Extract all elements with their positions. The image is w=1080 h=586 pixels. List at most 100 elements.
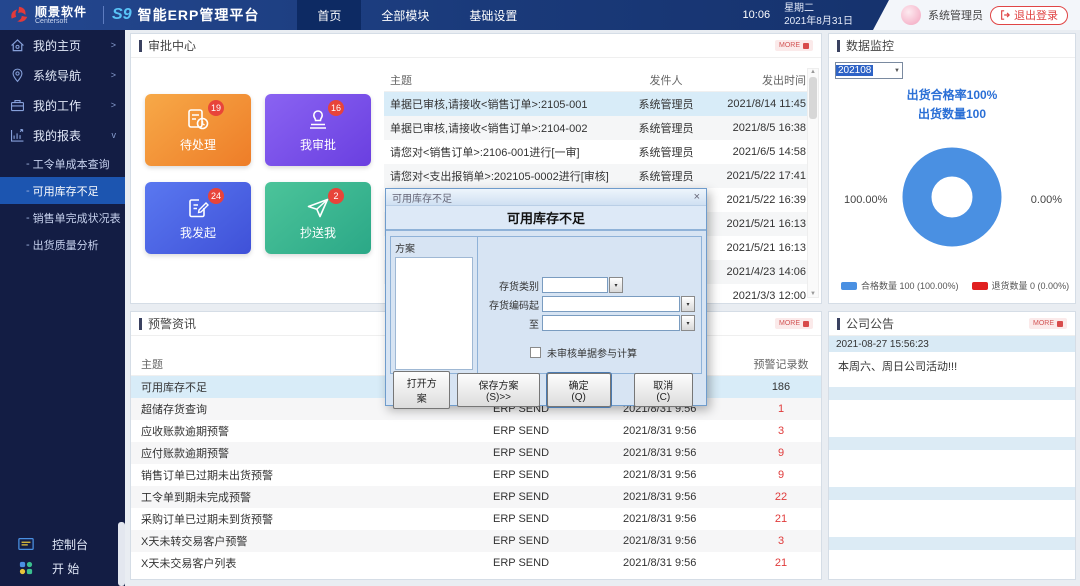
dialog-title: 可用库存不足 bbox=[392, 193, 452, 205]
notice-content[interactable]: 本周六、周日公司活动!!! bbox=[829, 352, 1075, 380]
donut-left-label: 100.00% bbox=[844, 194, 888, 206]
sidebar-item-my-work[interactable]: 我的工作 > bbox=[0, 90, 125, 120]
chevron-down-icon: ▼ bbox=[894, 67, 900, 74]
sidebar-subitem-workorder-cost[interactable]: 工令单成本查询 bbox=[0, 150, 125, 177]
document-clock-icon bbox=[188, 109, 209, 130]
paper-plane-icon bbox=[307, 198, 329, 218]
tile-cc-to-me[interactable]: 抄送我 2 bbox=[265, 182, 371, 254]
sidebar-subitem-available-stock[interactable]: 可用库存不足 bbox=[0, 177, 125, 204]
logo-area: 顺景软件 Centersoft S9 智能ERP管理平台 bbox=[0, 4, 259, 26]
chevron-down-icon: v bbox=[111, 130, 117, 140]
avatar[interactable] bbox=[901, 5, 921, 25]
approval-row[interactable]: 请您对<支出报销单>:202105-0002进行[审核] 系统管理员 2021/… bbox=[384, 164, 812, 188]
lookup-icon[interactable]: ▾ bbox=[609, 277, 623, 293]
tile-pending[interactable]: 待处理 19 bbox=[145, 94, 251, 166]
sidebar: 我的主页 > 系统导航 > 我的工作 > 我的报表 v 工令单成本查询 可用库存… bbox=[0, 30, 125, 586]
approval-panel-title: 审批中心 bbox=[148, 39, 197, 53]
scheme-label: 方案 bbox=[395, 244, 415, 255]
start-button[interactable]: 开 始 bbox=[0, 556, 125, 580]
scheme-listbox[interactable] bbox=[395, 257, 473, 370]
notice-panel-title: 公司公告 bbox=[846, 317, 895, 331]
sidebar-scrollbar[interactable] bbox=[118, 522, 125, 586]
notice-more-button[interactable]: MORE bbox=[1029, 318, 1067, 329]
notice-empty-row bbox=[829, 537, 1075, 550]
lookup-icon[interactable]: ▾ bbox=[681, 315, 695, 331]
tile-badge: 2 bbox=[328, 188, 344, 204]
alert-row[interactable]: 应收账款逾期预警 ERP SEND 2021/8/31 9:56 3 bbox=[131, 420, 821, 442]
nav-all-modules[interactable]: 全部模块 bbox=[361, 0, 449, 30]
logout-icon bbox=[1001, 10, 1010, 20]
scroll-thumb[interactable] bbox=[809, 77, 817, 119]
ok-button[interactable]: 确定(Q) bbox=[546, 373, 611, 407]
tile-badge: 24 bbox=[208, 188, 225, 204]
legend-swatch-pass bbox=[841, 281, 857, 290]
weekday: 星期二 bbox=[784, 3, 815, 14]
data-monitor-panel: 数据监控 202108 ▼ 出货合格率100% 出货数量100 100.00% … bbox=[828, 33, 1076, 304]
alerts-more-button[interactable]: MORE bbox=[775, 318, 813, 329]
tile-badge: 19 bbox=[208, 100, 225, 116]
approval-row[interactable]: 单据已审核,请接收<销售订单>:2104-002 系统管理员 2021/8/5 … bbox=[384, 116, 812, 140]
date: 2021年8月31日 bbox=[784, 16, 853, 27]
pass-rate-text: 出货合格率100% bbox=[906, 88, 998, 102]
company-logo-icon bbox=[11, 6, 28, 22]
chart-icon bbox=[10, 128, 24, 142]
notice-datetime: 2021-08-27 15:56:23 bbox=[829, 336, 1075, 352]
sidebar-subitem-shipment-quality[interactable]: 出货质量分析 bbox=[0, 231, 125, 258]
approval-more-button[interactable]: MORE bbox=[775, 40, 813, 51]
console-button[interactable]: 控制台 bbox=[0, 532, 125, 556]
unaudited-checkbox[interactable] bbox=[530, 347, 541, 358]
logo-divider bbox=[103, 6, 105, 24]
sidebar-item-system-nav[interactable]: 系统导航 > bbox=[0, 60, 125, 90]
user-zone: 系统管理员 退出登录 bbox=[873, 0, 1080, 30]
s9-logo: S9 bbox=[112, 6, 132, 23]
logout-button[interactable]: 退出登录 bbox=[990, 5, 1068, 25]
tile-my-approvals[interactable]: 我审批 16 bbox=[265, 94, 371, 166]
tile-initiated-by-me[interactable]: 我发起 24 bbox=[145, 182, 251, 254]
approval-table-scrollbar[interactable]: ▲ ▼ bbox=[807, 68, 819, 298]
chart-legend: 合格数量 100 (100.00%) 退货数量 0 (0.00%) bbox=[841, 279, 1069, 292]
approval-row[interactable]: 请您对<销售订单>:2106-001进行[一审] 系统管理员 2021/6/5 … bbox=[384, 140, 812, 164]
shipment-qty-text: 出货数量100 bbox=[917, 107, 987, 122]
location-icon bbox=[12, 68, 23, 82]
code-to-label: 至 bbox=[529, 319, 539, 331]
company-name-en: Centersoft bbox=[35, 17, 68, 25]
code-to-input[interactable] bbox=[542, 315, 680, 331]
alerts-panel-title: 预警资讯 bbox=[148, 317, 197, 331]
period-select[interactable]: 202108 ▼ bbox=[835, 62, 903, 79]
open-scheme-button[interactable]: 打开方案 bbox=[393, 371, 451, 409]
scroll-up-icon[interactable]: ▲ bbox=[810, 69, 816, 75]
alert-row[interactable]: 工令单到期未完成预警 ERP SEND 2021/8/31 9:56 22 bbox=[131, 486, 821, 508]
nav-home[interactable]: 首页 bbox=[297, 0, 362, 30]
topbar: 顺景软件 Centersoft S9 智能ERP管理平台 首页 全部模块 基础设… bbox=[0, 0, 1080, 30]
sidebar-item-my-reports[interactable]: 我的报表 v bbox=[0, 120, 125, 150]
alert-row[interactable]: 应付账款逾期预警 ERP SEND 2021/8/31 9:56 9 bbox=[131, 442, 821, 464]
notice-empty-row bbox=[829, 487, 1075, 500]
alert-row[interactable]: X天未交易客户列表 ERP SEND 2021/8/31 9:56 21 bbox=[131, 552, 821, 574]
scroll-down-icon[interactable]: ▼ bbox=[810, 291, 816, 297]
clock: 10:06 bbox=[742, 9, 771, 21]
sidebar-subitem-sales-completion[interactable]: 销售单完成状况表 bbox=[0, 204, 125, 231]
alert-row[interactable]: 销售订单已过期未出货预警 ERP SEND 2021/8/31 9:56 9 bbox=[131, 464, 821, 486]
nav-basic-settings[interactable]: 基础设置 bbox=[449, 0, 537, 30]
save-scheme-button[interactable]: 保存方案(S)>> bbox=[457, 373, 540, 407]
category-label: 存货类别 bbox=[499, 281, 539, 293]
category-input[interactable] bbox=[542, 277, 608, 293]
sidebar-item-home[interactable]: 我的主页 > bbox=[0, 30, 125, 60]
available-stock-dialog: 可用库存不足 × 可用库存不足 方案 存货类别 ▾ 存货编码起 ▾ 至 ▾ 未审… bbox=[385, 188, 707, 409]
alert-row[interactable]: 采购订单已过期未到货预警 ERP SEND 2021/8/31 9:56 21 bbox=[131, 508, 821, 530]
close-icon[interactable]: × bbox=[694, 191, 700, 203]
lookup-icon[interactable]: ▾ bbox=[681, 296, 695, 312]
legend-swatch-return bbox=[971, 281, 988, 290]
cancel-button[interactable]: 取消(C) bbox=[633, 373, 693, 407]
company-name: 顺景软件 bbox=[35, 4, 88, 19]
monitor-panel-title: 数据监控 bbox=[846, 39, 895, 53]
dialog-heading: 可用库存不足 bbox=[386, 206, 706, 231]
console-icon bbox=[18, 538, 34, 550]
tile-badge: 16 bbox=[328, 100, 345, 116]
code-from-input[interactable] bbox=[542, 296, 680, 312]
approval-row[interactable]: 单据已审核,请接收<销售订单>:2105-001 系统管理员 2021/8/14… bbox=[384, 92, 812, 116]
alert-row[interactable]: X天未转交易客户预警 ERP SEND 2021/8/31 9:56 3 bbox=[131, 530, 821, 552]
home-icon bbox=[11, 38, 24, 51]
username: 系统管理员 bbox=[928, 10, 983, 22]
code-from-label: 存货编码起 bbox=[489, 300, 539, 312]
